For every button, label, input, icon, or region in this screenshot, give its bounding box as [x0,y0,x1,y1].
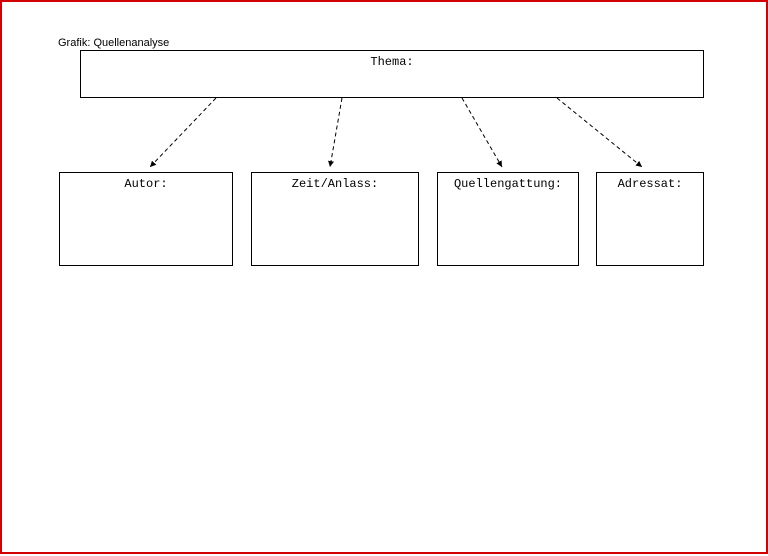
diagram-title: Grafik: Quellenanalyse [58,37,169,49]
zeit-box: Zeit/Anlass: [251,172,419,266]
arrow-to-quellen-icon [462,98,502,167]
adressat-label: Adressat: [618,177,683,191]
arrow-to-zeit-icon [330,98,342,167]
thema-label: Thema: [370,55,413,69]
thema-box: Thema: [80,50,704,98]
zeit-label: Zeit/Anlass: [292,177,378,191]
arrow-to-adressat-icon [557,98,642,167]
quellen-label: Quellengattung: [454,177,562,191]
autor-box: Autor: [59,172,233,266]
quellen-box: Quellengattung: [437,172,579,266]
arrow-to-autor-icon [150,98,216,167]
adressat-box: Adressat: [596,172,704,266]
autor-label: Autor: [124,177,167,191]
